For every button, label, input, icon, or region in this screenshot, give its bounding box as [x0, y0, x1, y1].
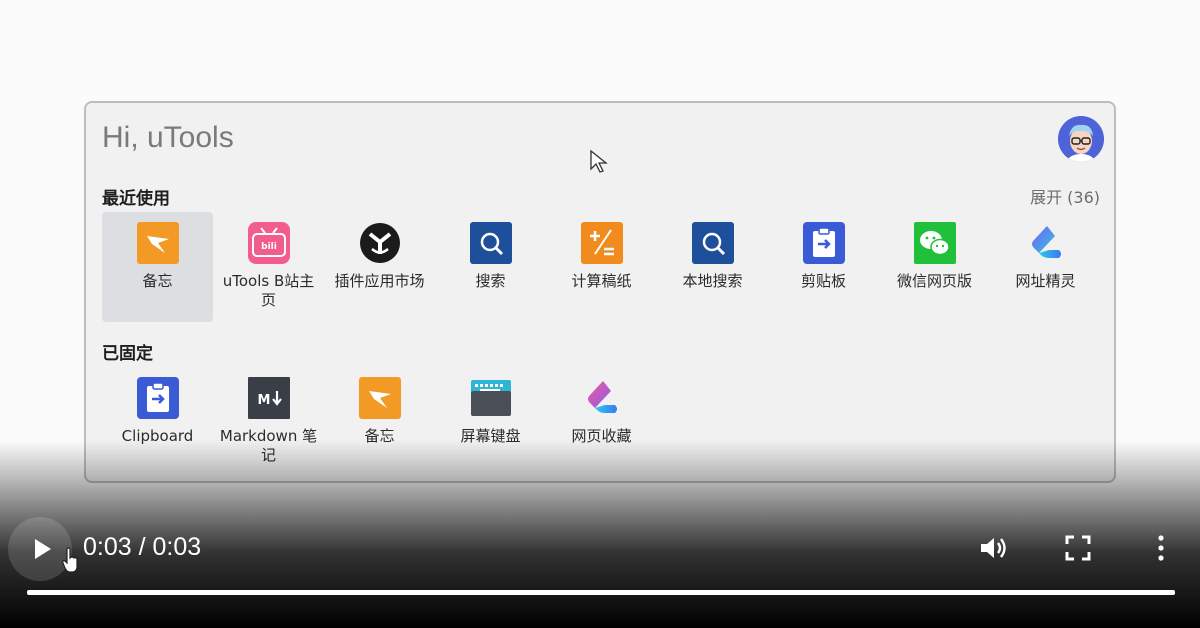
- keyboard-icon: [470, 377, 512, 419]
- recent-item-label: 搜索: [475, 272, 506, 290]
- wechat-icon: [913, 222, 956, 264]
- progress-bar[interactable]: [27, 590, 1175, 595]
- fullscreen-icon: [1065, 535, 1091, 561]
- time-display: 0:03 / 0:03: [83, 533, 202, 561]
- recent-item-label: 本地搜索: [682, 272, 743, 290]
- recent-grid: 备忘 bili uTools B站主页 插件应用市场 搜索 计算稿纸 本地搜索 …: [102, 212, 1101, 322]
- clipboard-icon: [136, 377, 179, 419]
- volume-button[interactable]: [978, 533, 1008, 563]
- memo-icon: [136, 222, 179, 264]
- recent-item-label: 计算稿纸: [571, 272, 632, 290]
- recent-item-local-search[interactable]: 本地搜索: [657, 212, 768, 322]
- fullscreen-button[interactable]: [1063, 533, 1093, 563]
- recent-section-title: 最近使用: [102, 189, 170, 209]
- plugin-market-icon: [359, 222, 401, 264]
- recent-item-bilibili[interactable]: bili uTools B站主页: [213, 212, 324, 322]
- recent-item-calculator[interactable]: 计算稿纸: [546, 212, 657, 322]
- bilibili-icon: bili: [247, 222, 290, 264]
- recent-item-label: 网址精灵: [1015, 272, 1076, 290]
- recent-item-wechat[interactable]: 微信网页版: [879, 212, 990, 322]
- recent-item-label: uTools B站主页: [222, 272, 315, 309]
- more-vertical-icon: [1158, 535, 1164, 561]
- pinned-section-title: 已固定: [102, 344, 153, 364]
- hand-cursor-icon: [62, 546, 80, 578]
- recent-item-label: 备忘: [142, 272, 173, 290]
- expand-recent-link[interactable]: 展开 (36): [1030, 184, 1100, 208]
- clipboard-icon: [802, 222, 845, 264]
- search-icon: [469, 222, 512, 264]
- recent-item-memo[interactable]: 备忘: [102, 212, 213, 322]
- recent-item-clipboard[interactable]: 剪贴板: [768, 212, 879, 322]
- recent-item-plugin-market[interactable]: 插件应用市场: [324, 212, 435, 322]
- volume-icon: [981, 538, 1006, 558]
- avatar-illustration-icon: [1058, 116, 1104, 162]
- greeting-text: Hi, uTools: [102, 121, 234, 154]
- recent-item-label: 剪贴板: [800, 272, 846, 290]
- memo-icon: [358, 377, 401, 419]
- user-avatar[interactable]: [1058, 116, 1104, 162]
- svg-text:bili: bili: [261, 242, 277, 252]
- svg-text:M: M: [257, 393, 270, 408]
- more-options-button[interactable]: [1146, 533, 1176, 563]
- recent-item-url-sprite[interactable]: 网址精灵: [990, 212, 1101, 322]
- recent-item-label: 插件应用市场: [334, 272, 425, 290]
- markdown-icon: M: [247, 377, 290, 419]
- local-search-icon: [691, 222, 734, 264]
- bookmark-icon: [581, 377, 623, 419]
- mouse-pointer-icon: [589, 149, 609, 179]
- url-sprite-icon: [1025, 222, 1067, 264]
- recent-item-label: 微信网页版: [896, 272, 972, 290]
- calculator-icon: [580, 222, 623, 264]
- recent-item-search[interactable]: 搜索: [435, 212, 546, 322]
